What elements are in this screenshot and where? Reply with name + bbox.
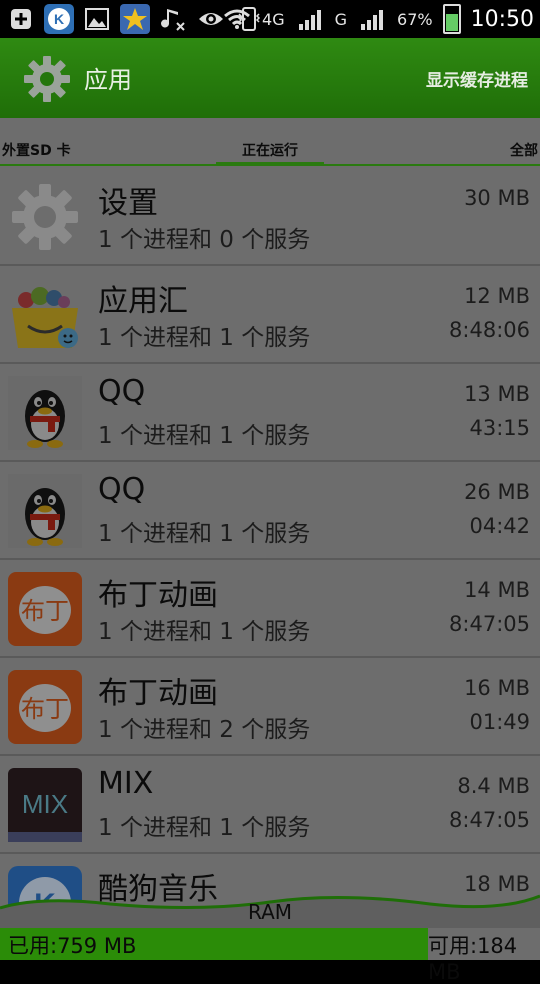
ram-label: RAM xyxy=(247,900,293,924)
page-title: 应用 xyxy=(84,66,132,94)
svg-text:K: K xyxy=(54,11,64,27)
process-service-count: 1 个进程和 0 个服务 xyxy=(98,227,311,253)
memory-size: 13 MB xyxy=(464,382,530,406)
system-icons: 4G G 67% 10:50 xyxy=(222,4,534,34)
app-name: 布丁动画 xyxy=(98,578,218,613)
battery-percent: 67% xyxy=(397,9,433,29)
list-item[interactable]: 布丁 布丁动画 1 个进程和 2 个服务 16 MB 01:49 xyxy=(0,658,540,756)
memory-size: 16 MB xyxy=(464,676,530,700)
list-item[interactable]: 布丁 布丁动画 1 个进程和 1 个服务 14 MB 8:47:05 xyxy=(0,560,540,658)
mix-icon: MIX xyxy=(8,768,82,842)
list-item[interactable]: 设置 1 个进程和 0 个服务 30 MB xyxy=(0,168,540,266)
run-time: 43:15 xyxy=(469,416,530,440)
app-name: QQ xyxy=(98,374,146,409)
kugou-icon: K xyxy=(44,4,74,34)
network-g-label: G xyxy=(334,9,348,29)
gear-icon[interactable] xyxy=(22,54,72,104)
music-off-icon xyxy=(158,4,188,34)
process-service-count: 1 个进程和 1 个服务 xyxy=(98,423,311,449)
list-item[interactable]: MIX MIX 1 个进程和 1 个服务 8.4 MB 8:47:05 xyxy=(0,756,540,854)
network-4g-label: 4G xyxy=(262,9,285,29)
run-time: 01:49 xyxy=(469,710,530,734)
star-icon xyxy=(120,4,150,34)
list-item[interactable]: QQ 1 个进程和 1 个服务 13 MB 43:15 xyxy=(0,364,540,462)
process-service-count: 1 个进程和 1 个服务 xyxy=(98,619,311,645)
run-time: 8:48:06 xyxy=(449,318,530,342)
tab-indicator xyxy=(216,162,324,166)
ram-free-segment: 可用:184 MB xyxy=(428,928,540,984)
plus-icon xyxy=(6,4,36,34)
mix-icon-label: MIX xyxy=(22,789,68,819)
budding-icon: 布丁 xyxy=(8,670,82,744)
process-service-count: 1 个进程和 1 个服务 xyxy=(98,521,311,547)
budding-icon: 布丁 xyxy=(8,572,82,646)
wifi-icon xyxy=(222,4,252,34)
image-icon xyxy=(82,4,112,34)
appchina-icon xyxy=(8,278,82,352)
app-name: QQ xyxy=(98,472,146,507)
process-service-count: 1 个进程和 2 个服务 xyxy=(98,717,311,743)
process-service-count: 1 个进程和 1 个服务 xyxy=(98,815,311,841)
show-cached-processes-button[interactable]: 显示缓存进程 xyxy=(426,66,528,91)
qq-penguin-icon xyxy=(8,376,82,450)
list-item[interactable]: 应用汇 1 个进程和 1 个服务 12 MB 8:48:06 xyxy=(0,266,540,364)
run-time: 04:42 xyxy=(469,514,530,538)
tab-running[interactable]: 正在运行 xyxy=(242,140,298,160)
qq-penguin-icon xyxy=(8,474,82,548)
settings-gear-icon xyxy=(8,180,82,254)
memory-size: 14 MB xyxy=(464,578,530,602)
tab-bar: 外置SD 卡 正在运行 全部 xyxy=(0,118,540,168)
budding-icon-label: 布丁 xyxy=(21,695,69,723)
battery-icon xyxy=(442,4,461,34)
tab-sd-card[interactable]: 外置SD 卡 xyxy=(2,140,71,160)
ram-free: 可用:184 MB xyxy=(428,934,518,984)
status-bar: K 4G G 67% 10:50 xyxy=(0,0,540,38)
signal-g-icon xyxy=(357,4,387,34)
signal-4g-icon xyxy=(295,4,325,34)
app-name: 设置 xyxy=(98,186,158,221)
app-name: 布丁动画 xyxy=(98,676,218,711)
running-apps-list: 设置 1 个进程和 0 个服务 30 MB 应用汇 1 个进程和 1 个服务 1… xyxy=(0,168,540,928)
memory-size: 8.4 MB xyxy=(457,774,530,798)
run-time: 8:47:05 xyxy=(449,808,530,832)
app-name: 应用汇 xyxy=(98,284,188,319)
run-time: 8:47:05 xyxy=(449,612,530,636)
memory-size: 30 MB xyxy=(464,186,530,210)
process-service-count: 1 个进程和 1 个服务 xyxy=(98,325,311,351)
action-bar: 应用 显示缓存进程 xyxy=(0,38,540,118)
tab-all[interactable]: 全部 xyxy=(510,140,538,160)
memory-size: 26 MB xyxy=(464,480,530,504)
budding-icon-label: 布丁 xyxy=(21,597,69,625)
memory-size: 12 MB xyxy=(464,284,530,308)
ram-used: 已用:759 MB xyxy=(8,934,137,958)
clock: 10:50 xyxy=(470,6,534,32)
app-name: MIX xyxy=(98,766,154,801)
list-item[interactable]: QQ 1 个进程和 1 个服务 26 MB 04:42 xyxy=(0,462,540,560)
